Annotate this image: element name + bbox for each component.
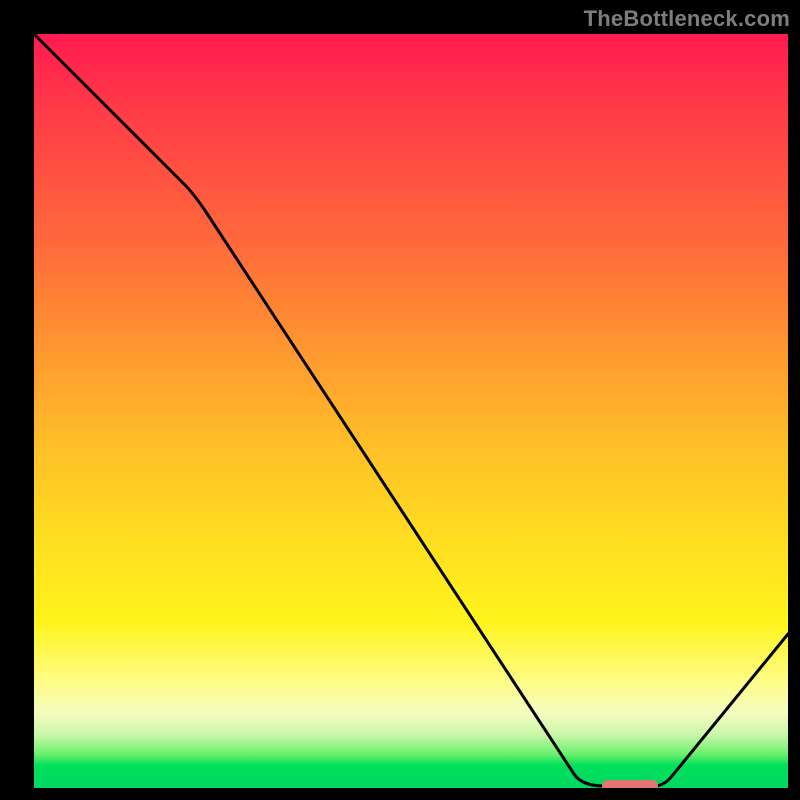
gradient-background xyxy=(34,34,788,788)
chart-frame: TheBottleneck.com xyxy=(0,0,800,800)
watermark-text: TheBottleneck.com xyxy=(584,6,790,32)
